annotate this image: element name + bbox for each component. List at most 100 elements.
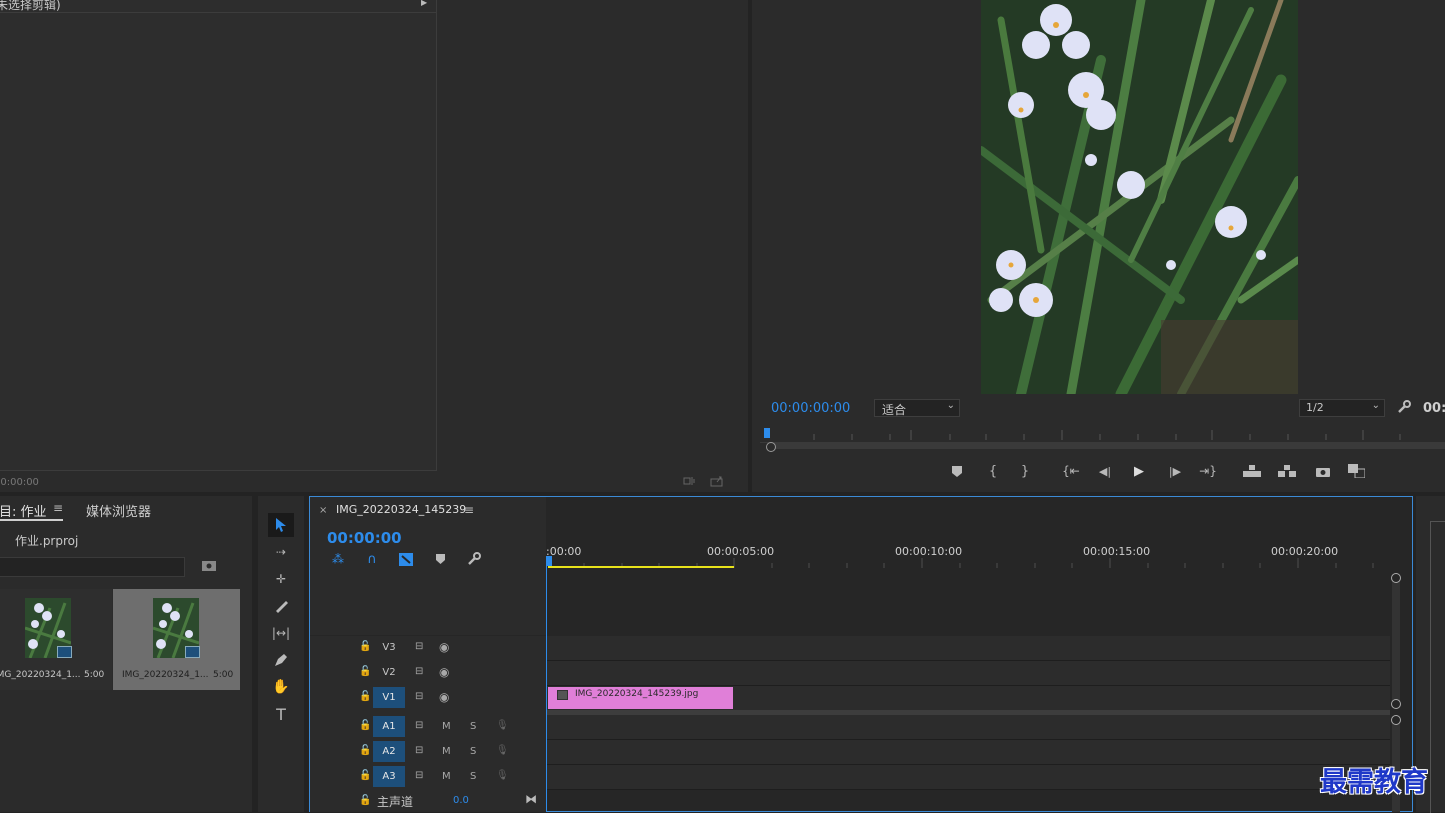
sync-lock-icon[interactable]: ⊟: [415, 666, 423, 677]
master-volume-value[interactable]: 0.0: [453, 795, 469, 806]
track-header-v2: 🔓 V2 ⊟ ◉: [355, 662, 545, 684]
nest-toggle-icon[interactable]: ⁂: [329, 550, 347, 568]
eye-icon[interactable]: ◉: [439, 690, 449, 704]
step-back-icon[interactable]: ◀|: [1096, 462, 1114, 480]
track-target-a1[interactable]: A1: [373, 716, 405, 737]
hamburger-menu-icon[interactable]: ≡: [53, 501, 63, 515]
track-header-v3: 🔓 V3 ⊟ ◉: [355, 637, 545, 659]
mark-out-icon[interactable]: }: [1016, 462, 1034, 480]
playhead-marker[interactable]: [764, 428, 770, 438]
lock-icon[interactable]: 🔓: [359, 666, 371, 677]
track-target-v3[interactable]: V3: [373, 637, 405, 658]
mute-button[interactable]: M: [442, 771, 451, 782]
go-to-out-icon[interactable]: ⇥}: [1198, 462, 1218, 480]
fit-dropdown[interactable]: 适合 ⌄: [874, 399, 960, 417]
lift-icon[interactable]: [1242, 462, 1262, 480]
sequence-tab[interactable]: IMG_20220324_145239: [336, 503, 466, 516]
razor-tool-icon[interactable]: [268, 595, 294, 617]
mark-in-icon[interactable]: {: [984, 462, 1002, 480]
microphone-icon[interactable]: 🎙: [496, 770, 509, 781]
eye-icon[interactable]: ◉: [439, 665, 449, 679]
play-triangle-icon[interactable]: ▶: [421, 0, 427, 7]
hand-tool-icon[interactable]: ✋: [268, 676, 294, 698]
snap-magnet-icon[interactable]: ∩: [363, 550, 381, 568]
lock-icon[interactable]: 🔓: [359, 720, 371, 731]
tab-media-browser[interactable]: 媒体浏览器: [86, 501, 151, 520]
new-bin-search-icon[interactable]: [200, 558, 218, 574]
image-clip-icon: [557, 690, 568, 700]
solo-button[interactable]: S: [470, 721, 476, 732]
pen-tool-icon[interactable]: [268, 649, 294, 671]
video-track-v2[interactable]: [547, 661, 1390, 686]
source-timecode: 00:00:00: [0, 477, 39, 488]
timeline-clip[interactable]: IMG_20220324_145239.jpg: [548, 687, 733, 709]
step-forward-icon[interactable]: |▶: [1166, 462, 1184, 480]
type-tool-icon[interactable]: T: [268, 703, 294, 725]
wrench-icon[interactable]: [1396, 399, 1412, 415]
lock-icon[interactable]: 🔓: [359, 641, 371, 652]
effect-controls-area: [0, 0, 437, 471]
lock-icon[interactable]: 🔓: [359, 745, 371, 756]
tab-project[interactable]: 项目: 作业: [0, 501, 47, 520]
scroll-handle-bottom[interactable]: [1391, 699, 1401, 709]
video-scrollbar[interactable]: [1392, 576, 1400, 706]
resolution-dropdown[interactable]: 1/2 ⌄: [1299, 399, 1385, 417]
track-header-a3: 🔓 A3 ⊟ M S 🎙: [355, 766, 545, 788]
microphone-icon[interactable]: 🎙: [496, 745, 509, 756]
play-icon[interactable]: ▶: [1130, 462, 1148, 480]
sequence-menu-icon[interactable]: ≡: [464, 503, 474, 517]
video-track-v3[interactable]: [547, 636, 1390, 661]
solo-button[interactable]: S: [470, 746, 476, 757]
program-ruler[interactable]: [760, 428, 1445, 443]
export-audio-icon[interactable]: [682, 474, 698, 488]
timeline-timecode[interactable]: 00:00:00: [327, 529, 402, 547]
sync-lock-icon[interactable]: ⊟: [415, 720, 423, 731]
go-to-in-icon[interactable]: {⇤: [1061, 462, 1081, 480]
audio-track-a2[interactable]: [547, 740, 1390, 765]
track-select-tool-icon[interactable]: ⇢: [268, 541, 294, 563]
selection-tool-icon[interactable]: [268, 513, 294, 537]
program-video-frame: [981, 0, 1298, 394]
go-to-end-icon[interactable]: ⧓: [525, 792, 537, 806]
lock-icon[interactable]: 🔓: [359, 795, 371, 806]
image-badge-icon: [185, 646, 200, 658]
mute-button[interactable]: M: [442, 746, 451, 757]
scroll-handle-audio[interactable]: [1391, 715, 1401, 725]
sync-lock-icon[interactable]: ⊟: [415, 745, 423, 756]
linked-selection-icon[interactable]: [397, 550, 415, 568]
marker-icon[interactable]: [948, 462, 966, 480]
audio-track-a3[interactable]: [547, 765, 1390, 790]
camera-icon[interactable]: [1314, 462, 1332, 480]
audio-track-a1[interactable]: [547, 715, 1390, 740]
timeline-settings-wrench-icon[interactable]: [465, 550, 483, 568]
project-item-selected[interactable]: IMG_20220324_1... 5:00: [113, 589, 240, 690]
sync-lock-icon[interactable]: ⊟: [415, 691, 423, 702]
compare-view-icon[interactable]: [1346, 462, 1366, 480]
close-icon[interactable]: ×: [319, 505, 327, 516]
ripple-edit-tool-icon[interactable]: ✛: [268, 568, 294, 590]
track-target-a2[interactable]: A2: [373, 741, 405, 762]
program-timecode[interactable]: 00:00:00:00: [771, 401, 850, 416]
sync-lock-icon[interactable]: ⊟: [415, 641, 423, 652]
microphone-icon[interactable]: 🎙: [496, 720, 509, 731]
track-target-a3[interactable]: A3: [373, 766, 405, 787]
export-frame-icon[interactable]: [709, 474, 725, 488]
zoom-scroll-bar[interactable]: [770, 443, 1445, 449]
search-input[interactable]: [0, 557, 185, 577]
timeline-playhead-marker[interactable]: [546, 556, 552, 566]
eye-icon[interactable]: ◉: [439, 640, 449, 654]
track-target-v1[interactable]: V1: [373, 687, 405, 708]
solo-button[interactable]: S: [470, 771, 476, 782]
zoom-handle[interactable]: [766, 442, 776, 452]
scroll-handle-top[interactable]: [1391, 573, 1401, 583]
add-marker-icon[interactable]: [431, 550, 449, 568]
lock-icon[interactable]: 🔓: [359, 691, 371, 702]
track-target-v2[interactable]: V2: [373, 662, 405, 683]
lock-icon[interactable]: 🔓: [359, 770, 371, 781]
extract-icon[interactable]: [1277, 462, 1297, 480]
project-item[interactable]: IMG_20220324_1... 5:00: [0, 589, 112, 690]
sync-lock-icon[interactable]: ⊟: [415, 770, 423, 781]
resolution-dropdown-label: 1/2: [1306, 401, 1324, 414]
slip-tool-icon[interactable]: |↔|: [268, 622, 294, 644]
mute-button[interactable]: M: [442, 721, 451, 732]
